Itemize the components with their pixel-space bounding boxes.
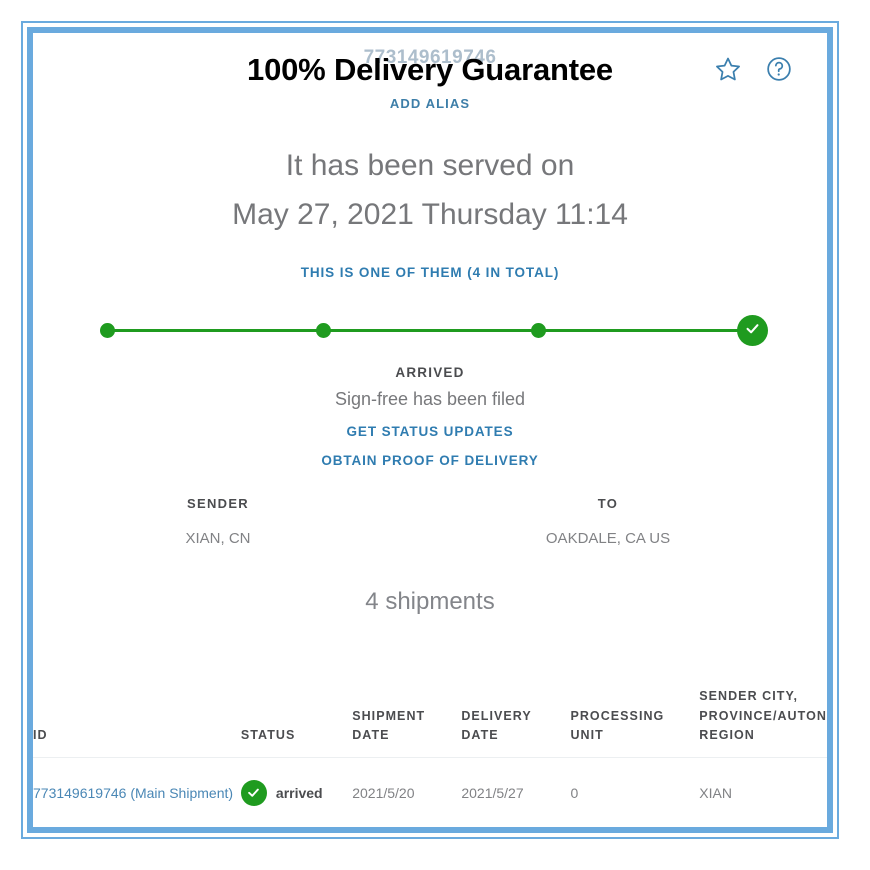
cell-sender-city: XIAN [699, 784, 732, 801]
status-block: ARRIVED Sign-free has been filed GET STA… [33, 365, 827, 468]
sender-label: SENDER [187, 496, 249, 512]
card-inner-border: 773149619746 100% Delivery Guarantee ADD… [27, 27, 833, 833]
shipments-table-wrap[interactable]: ID STATUS SHIPMENT DATE DELIVERY DATE PR… [33, 683, 827, 827]
table-row[interactable]: 773149619746 (Main Shipment) arrived 202… [33, 757, 827, 827]
sender-endpoint: SENDER XIAN, CN [128, 496, 308, 547]
card-outer-border: 773149619746 100% Delivery Guarantee ADD… [21, 21, 839, 839]
cell-status: arrived [240, 757, 352, 827]
status-label: ARRIVED [395, 365, 465, 381]
endpoints-row: SENDER XIAN, CN TO OAKDALE, CA US [33, 496, 827, 584]
one-of-them-link[interactable]: THIS IS ONE OF THEM (4 IN TOTAL) [33, 265, 827, 280]
to-endpoint: TO OAKDALE, CA US [508, 496, 708, 547]
served-line-1: It has been served on [285, 149, 575, 182]
delivery-progress-bar [75, 303, 785, 359]
column-header-sender-city[interactable]: SENDER CITY, PROVINCE/AUTONOMOUS REGION [699, 683, 827, 758]
header-actions [714, 55, 793, 83]
progress-node-2[interactable] [316, 323, 331, 339]
column-header-delivery-date[interactable]: DELIVERY DATE [461, 683, 571, 758]
to-label: TO [597, 496, 619, 512]
progress-node-1[interactable] [100, 323, 115, 339]
progress-track [107, 329, 750, 333]
shipments-count: 4 shipments [365, 588, 495, 616]
card-header: 773149619746 100% Delivery Guarantee ADD… [33, 33, 827, 119]
served-line-2: May 27, 2021 Thursday 11:14 [232, 197, 628, 231]
progress-node-3[interactable] [531, 323, 546, 339]
obtain-proof-of-delivery-link[interactable]: OBTAIN PROOF OF DELIVERY [33, 453, 827, 468]
column-header-shipment-date[interactable]: SHIPMENT DATE [352, 683, 462, 758]
tracking-card: 773149619746 100% Delivery Guarantee ADD… [33, 33, 827, 827]
table-header-row: ID STATUS SHIPMENT DATE DELIVERY DATE PR… [33, 683, 827, 758]
check-icon [744, 320, 761, 342]
cell-processing-unit: 0 [570, 784, 579, 801]
cell-delivery-date: 2021/5/27 [461, 784, 524, 801]
shipment-id-link[interactable]: 773149619746 (Main Shipment) [33, 785, 233, 801]
add-alias-link[interactable]: ADD ALIAS [33, 96, 827, 111]
served-banner: It has been served on May 27, 2021 Thurs… [33, 142, 827, 239]
check-circle-icon [240, 779, 267, 806]
column-header-status[interactable]: STATUS [240, 683, 353, 758]
help-circle-icon[interactable] [765, 55, 793, 83]
to-value: OAKDALE, CA US [545, 530, 671, 548]
page-title: 100% Delivery Guarantee [247, 52, 613, 87]
shipments-table: ID STATUS SHIPMENT DATE DELIVERY DATE PR… [33, 683, 827, 827]
progress-node-final[interactable] [737, 315, 768, 347]
column-header-id[interactable]: ID [33, 683, 241, 758]
column-header-processing-unit[interactable]: PROCESSING UNIT [570, 683, 700, 758]
cell-id[interactable]: 773149619746 (Main Shipment) [33, 757, 241, 827]
status-badge: arrived [275, 784, 323, 801]
star-icon[interactable] [714, 55, 742, 83]
get-status-updates-link[interactable]: GET STATUS UPDATES [33, 424, 827, 439]
status-detail: Sign-free has been filed [334, 389, 526, 410]
cell-shipment-date: 2021/5/20 [352, 784, 415, 801]
sender-value: XIAN, CN [185, 530, 251, 548]
